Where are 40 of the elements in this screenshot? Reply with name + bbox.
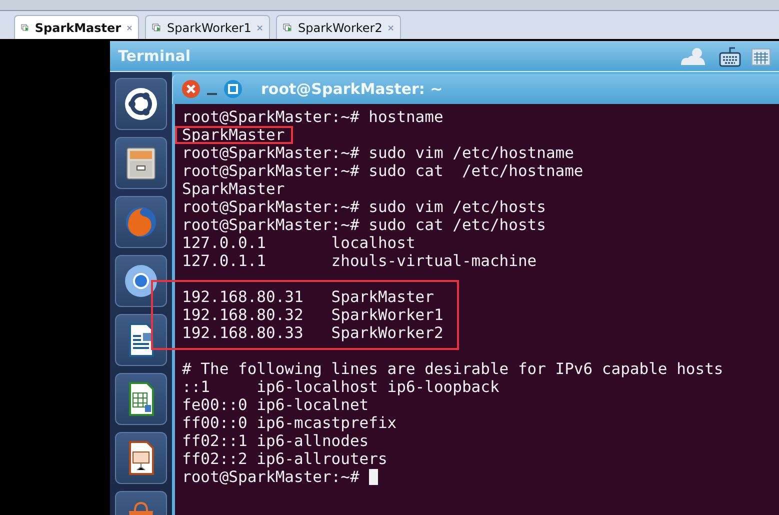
panel-title: Terminal [118,47,192,65]
keyboard-icon[interactable] [719,45,741,67]
terminal-line: 192.168.80.31 SparkMaster [182,288,434,306]
terminal-line: ff02::1 ip6-allnodes [182,432,369,450]
fox-globe-icon [123,204,159,240]
tab[interactable]: SparkWorker2 [276,15,401,39]
terminal-line: fe00::0 ip6-localnet [182,396,369,414]
launcher-item[interactable] [115,78,167,130]
chrome-circle-icon [123,263,159,299]
close-button[interactable] [181,79,201,99]
ubuntu-logo-icon [123,86,159,122]
terminal-line: ::1 ip6-localhost ip6-loopback [182,378,500,396]
maximize-button[interactable] [223,79,243,99]
terminal-line: root@SparkMaster:~# sudo cat /etc/hostname [182,162,584,180]
terminal-line: ff02::2 ip6-allrouters [182,450,388,468]
terminal-line: root@SparkMaster:~# sudo vim /etc/hostname [182,144,574,162]
launcher-item[interactable] [115,432,167,484]
launcher-item[interactable] [115,373,167,425]
terminal-line: 192.168.80.32 SparkWorker1 [182,306,444,324]
terminal-line: 127.0.0.1 localhost [182,234,416,252]
terminal-line: root@SparkMaster:~# [182,468,360,486]
tab[interactable]: SparkWorker1 [145,15,270,39]
launcher-item[interactable] [115,137,167,189]
minimize-icon [207,93,217,95]
launcher-item[interactable] [115,255,167,307]
close-icon[interactable] [257,22,263,32]
terminal-line: SparkMaster [182,126,285,144]
launcher-item[interactable] [115,314,167,366]
tab[interactable]: SparkMaster [14,15,139,39]
terminal-line: root@SparkMaster:~# sudo vim /etc/hosts [182,198,546,216]
terminal-line: # The following lines are desirable for IPv6 capable hosts [182,360,724,378]
terminal-line: root@SparkMaster:~# sudo cat /etc/hosts [182,216,546,234]
terminal-line: ff00::0 ip6-mcastprefix [182,414,397,432]
terminal-line: 192.168.80.33 SparkWorker2 [182,324,444,342]
window-title: root@SparkMaster: ~ [261,80,443,98]
close-icon[interactable] [388,22,394,32]
terminal-line: SparkMaster [182,180,285,198]
terminal-line: root@SparkMaster:~# hostname [182,108,444,126]
calendar-icon[interactable] [751,46,771,66]
terminal-line: 127.0.1.1 zhouls-virtual-machine [182,252,537,270]
